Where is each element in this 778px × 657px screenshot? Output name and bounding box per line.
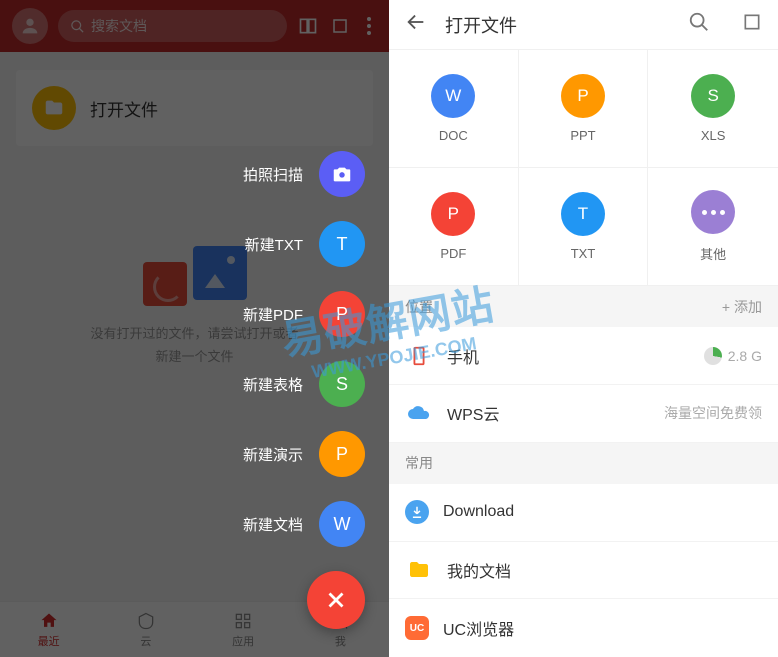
uc-icon: UC (405, 616, 429, 640)
txt-icon: T (561, 192, 605, 236)
location-wps-cloud[interactable]: WPS云 海量空间免费领 (389, 385, 778, 443)
common-mydocs[interactable]: 我的文档 (389, 542, 778, 600)
pdf-icon: P (431, 192, 475, 236)
folder-icon (405, 556, 433, 584)
xls-icon: S (691, 74, 735, 118)
doc-icon: W (431, 74, 475, 118)
storage-meta: 2.8 G (704, 347, 762, 365)
fab-pdf[interactable]: 新建PDF P (243, 291, 365, 337)
fab-scan[interactable]: 拍照扫描 (243, 151, 365, 197)
select-button[interactable] (742, 12, 762, 37)
location-title: 位置 (405, 297, 433, 317)
type-other[interactable]: 其他 (648, 168, 778, 286)
location-section-header: 位置 + 添加 (389, 286, 778, 327)
cloud-icon (405, 399, 433, 427)
ppt-icon: P (319, 431, 365, 477)
fab-doc[interactable]: 新建文档 W (243, 501, 365, 547)
fab-txt[interactable]: 新建TXT T (245, 221, 365, 267)
back-button[interactable] (405, 11, 427, 38)
fab-close-button[interactable] (307, 571, 365, 629)
common-download[interactable]: Download (389, 484, 778, 542)
storage-pie-icon (704, 347, 722, 365)
txt-icon: T (319, 221, 365, 267)
add-location-button[interactable]: + 添加 (722, 297, 762, 317)
close-icon (323, 587, 349, 613)
page-title: 打开文件 (445, 12, 670, 38)
fab-menu: 拍照扫描 新建TXT T 新建PDF P 新建表格 S 新建演示 P 新建文档 … (243, 151, 365, 629)
fab-ppt[interactable]: 新建演示 P (243, 431, 365, 477)
common-uc[interactable]: UC UC浏览器 (389, 599, 778, 657)
common-section-header: 常用 (389, 443, 778, 484)
type-ppt[interactable]: P PPT (519, 50, 649, 168)
left-screen: 搜索文档 打开文件 没有打开过的文件，请尝试打开或者 新建一个文件 (0, 0, 389, 657)
right-header: 打开文件 (389, 0, 778, 50)
doc-icon: W (319, 501, 365, 547)
pdf-icon: P (319, 291, 365, 337)
type-xls[interactable]: S XLS (648, 50, 778, 168)
phone-icon (405, 342, 433, 370)
download-icon (405, 500, 429, 524)
common-title: 常用 (405, 453, 433, 473)
fab-xls[interactable]: 新建表格 S (243, 361, 365, 407)
search-button[interactable] (688, 11, 710, 38)
more-icon (691, 190, 735, 234)
type-pdf[interactable]: P PDF (389, 168, 519, 286)
cloud-meta: 海量空间免费领 (664, 403, 762, 423)
file-type-grid: W DOC P PPT S XLS P PDF T TXT 其他 (389, 50, 778, 286)
right-screen: 打开文件 W DOC P PPT S XLS P PDF T TXT (389, 0, 778, 657)
type-txt[interactable]: T TXT (519, 168, 649, 286)
location-phone[interactable]: 手机 2.8 G (389, 327, 778, 385)
type-doc[interactable]: W DOC (389, 50, 519, 168)
camera-icon (319, 151, 365, 197)
ppt-icon: P (561, 74, 605, 118)
xls-icon: S (319, 361, 365, 407)
